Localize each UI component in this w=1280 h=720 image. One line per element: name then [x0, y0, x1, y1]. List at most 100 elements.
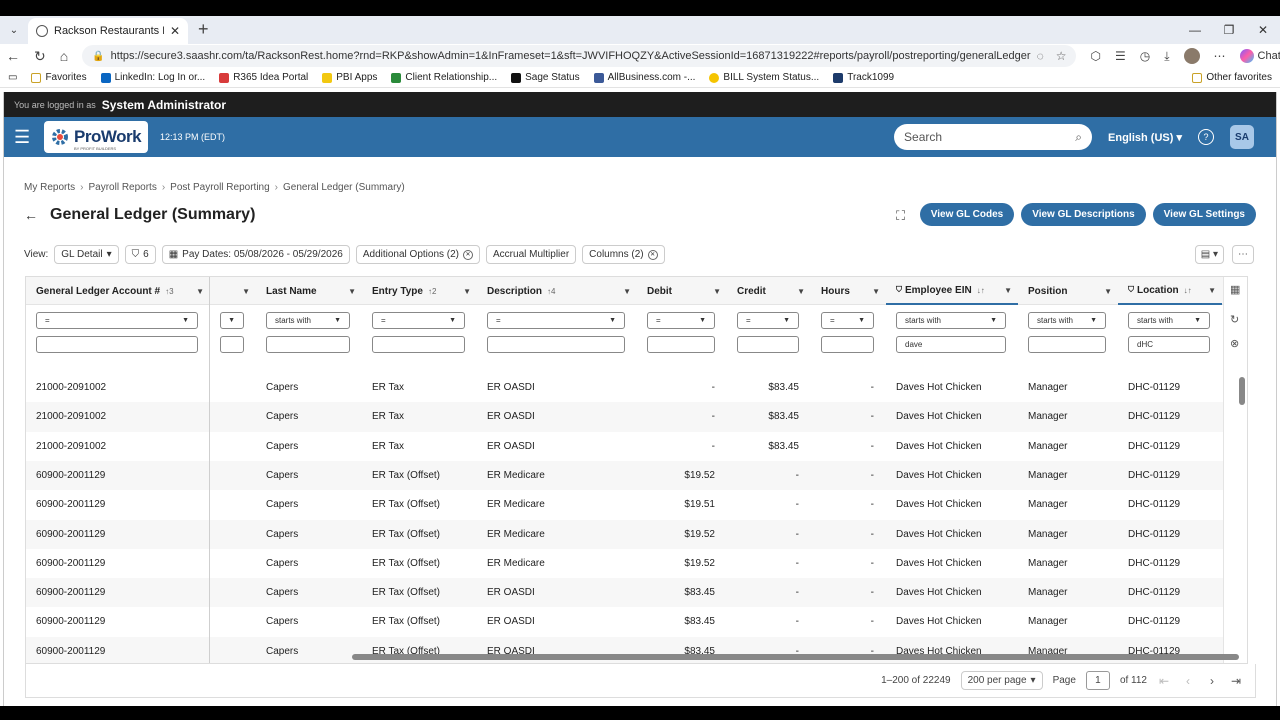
- language-selector[interactable]: English (US) ▾: [1108, 131, 1182, 144]
- column-menu-icon[interactable]: ▼: [797, 287, 805, 296]
- column-menu-icon[interactable]: ▼: [463, 287, 471, 296]
- tracking-icon[interactable]: ◌: [1037, 49, 1044, 63]
- search-icon[interactable]: ⌕: [1075, 130, 1082, 145]
- breadcrumb-post-payroll[interactable]: Post Payroll Reporting: [170, 182, 270, 193]
- close-tab-icon[interactable]: ✕: [170, 24, 180, 38]
- restore-icon[interactable]: ❐: [1212, 16, 1246, 44]
- more-options-icon[interactable]: ⋯: [1232, 245, 1254, 264]
- column-menu-icon[interactable]: ▼: [196, 287, 204, 296]
- refresh-filters-icon[interactable]: ↻: [1230, 313, 1239, 326]
- filter-operator-employee-ein[interactable]: starts with ▼: [896, 312, 1006, 329]
- column-menu-icon[interactable]: ▼: [713, 287, 721, 296]
- filter-operator-hidden[interactable]: ▼: [220, 312, 244, 329]
- column-header-employee-ein[interactable]: ⛉ Employee EIN ↓↑ ▼: [886, 277, 1018, 305]
- column-menu-icon[interactable]: ▼: [623, 287, 631, 296]
- column-header-description[interactable]: Description ↑4 ▼: [477, 277, 637, 305]
- column-header-entry-type[interactable]: Entry Type ↑2 ▼: [362, 277, 477, 305]
- filter-operator-entry-type[interactable]: = ▼: [372, 312, 465, 329]
- favorites-icon[interactable]: ☰: [1115, 49, 1126, 63]
- close-window-icon[interactable]: ✕: [1246, 16, 1280, 44]
- filter-operator-debit[interactable]: = ▼: [647, 312, 715, 329]
- fullscreen-icon[interactable]: ⛶: [896, 208, 905, 224]
- column-header-position[interactable]: Position ▼: [1018, 277, 1118, 305]
- per-page-select[interactable]: 200 per page ▾: [960, 671, 1043, 690]
- column-header-hidden[interactable]: ▼: [210, 277, 256, 305]
- favorite-item[interactable]: Track1099: [833, 72, 894, 83]
- history-icon[interactable]: ◷: [1140, 49, 1150, 63]
- column-menu-icon[interactable]: ▼: [872, 287, 880, 296]
- clear-filters-icon[interactable]: ⊗: [1230, 337, 1239, 350]
- more-icon[interactable]: ⋯: [1214, 49, 1226, 63]
- filter-value-gl-account[interactable]: [36, 336, 198, 353]
- last-page-icon[interactable]: ⇥: [1229, 674, 1243, 688]
- user-avatar[interactable]: SA: [1230, 125, 1254, 149]
- favorite-item[interactable]: BILL System Status...: [709, 72, 819, 83]
- filter-operator-position[interactable]: starts with ▼: [1028, 312, 1106, 329]
- filter-value-location[interactable]: dHC: [1128, 336, 1210, 353]
- next-page-icon[interactable]: ›: [1205, 674, 1219, 688]
- view-gl-codes-button[interactable]: View GL Codes: [919, 203, 1015, 226]
- filter-value-description[interactable]: [487, 336, 625, 353]
- column-menu-icon[interactable]: ▼: [1208, 286, 1216, 295]
- breadcrumb-my-reports[interactable]: My Reports: [24, 182, 75, 193]
- favorite-item[interactable]: Client Relationship...: [391, 72, 497, 83]
- filter-value-hidden[interactable]: [220, 336, 244, 353]
- favorite-item[interactable]: Favorites: [31, 72, 87, 83]
- downloads-icon[interactable]: ⤓: [1164, 49, 1169, 64]
- prev-page-icon[interactable]: ‹: [1181, 674, 1195, 688]
- view-select[interactable]: GL Detail ▾: [54, 245, 119, 264]
- filter-value-credit[interactable]: [737, 336, 799, 353]
- table-layout-button[interactable]: ▤ ▾: [1194, 245, 1224, 264]
- home-icon[interactable]: ⌂: [60, 48, 68, 64]
- filter-operator-description[interactable]: = ▼: [487, 312, 625, 329]
- filter-value-debit[interactable]: [647, 336, 715, 353]
- pay-dates-chip[interactable]: ▦ Pay Dates: 05/08/2026 - 05/29/2026: [161, 245, 350, 264]
- column-header-debit[interactable]: Debit ▼: [637, 277, 727, 305]
- page-number-input[interactable]: 1: [1085, 671, 1110, 690]
- filter-value-hours[interactable]: [821, 336, 874, 353]
- chat-button[interactable]: Chat: [1239, 49, 1280, 63]
- breadcrumb-payroll-reports[interactable]: Payroll Reports: [88, 182, 156, 193]
- first-page-icon[interactable]: ⇤: [1157, 674, 1171, 688]
- filter-value-position[interactable]: [1028, 336, 1106, 353]
- column-header-hours[interactable]: Hours ▼: [811, 277, 886, 305]
- favorite-item[interactable]: AllBusiness.com -...: [593, 72, 695, 83]
- filter-operator-hours[interactable]: = ▼: [821, 312, 874, 329]
- minimize-icon[interactable]: —: [1178, 16, 1212, 44]
- favorite-item[interactable]: Sage Status: [511, 72, 580, 83]
- column-chooser-icon[interactable]: ▦: [1230, 283, 1240, 296]
- new-tab-icon[interactable]: +: [198, 19, 209, 40]
- back-arrow-icon[interactable]: ←: [24, 207, 38, 223]
- filter-value-entry-type[interactable]: [372, 336, 465, 353]
- favorites-bar-toggle-icon[interactable]: ▭: [8, 72, 17, 83]
- tab-list-icon[interactable]: ⌄: [4, 20, 24, 40]
- filter-count-chip[interactable]: ⛉ 6: [124, 245, 156, 264]
- vertical-scrollbar[interactable]: [1239, 377, 1245, 405]
- column-menu-icon[interactable]: ▼: [242, 287, 250, 296]
- filter-value-last-name[interactable]: [266, 336, 350, 353]
- column-menu-icon[interactable]: ▼: [1104, 287, 1112, 296]
- horizontal-scrollbar[interactable]: [34, 653, 1243, 661]
- filter-operator-last-name[interactable]: starts with ▼: [266, 312, 350, 329]
- favorite-item[interactable]: PBI Apps: [322, 72, 377, 83]
- view-gl-descriptions-button[interactable]: View GL Descriptions: [1021, 203, 1146, 226]
- filter-operator-gl-account[interactable]: = ▼: [36, 312, 198, 329]
- refresh-icon[interactable]: ↻: [34, 48, 46, 65]
- accrual-multiplier-chip[interactable]: Accrual Multiplier: [486, 245, 577, 264]
- menu-icon[interactable]: ☰: [14, 127, 44, 148]
- filter-value-employee-ein[interactable]: dave: [896, 336, 1006, 353]
- browser-tab[interactable]: Rackson Restaurants LLC - My Rep ✕: [28, 18, 188, 44]
- column-header-credit[interactable]: Credit ▼: [727, 277, 811, 305]
- help-icon[interactable]: ?: [1198, 129, 1214, 145]
- view-gl-settings-button[interactable]: View GL Settings: [1152, 203, 1256, 226]
- favorite-item[interactable]: LinkedIn: Log In or...: [100, 72, 205, 83]
- profile-avatar[interactable]: [1183, 48, 1200, 64]
- prowork-logo[interactable]: ProWork BY PROFIT BUILDERS: [44, 121, 148, 153]
- columns-chip[interactable]: Columns (2) ✕: [582, 245, 665, 264]
- other-favorites[interactable]: Other favorites: [1192, 72, 1272, 83]
- column-header-location[interactable]: ⛉ Location ↓↑ ▼: [1118, 277, 1222, 305]
- favorite-star-icon[interactable]: ☆: [1056, 49, 1067, 63]
- column-header-gl-account[interactable]: General Ledger Account # ↑3 ▼: [26, 277, 210, 305]
- back-icon[interactable]: ←: [6, 48, 20, 64]
- additional-options-chip[interactable]: Additional Options (2) ✕: [355, 245, 481, 264]
